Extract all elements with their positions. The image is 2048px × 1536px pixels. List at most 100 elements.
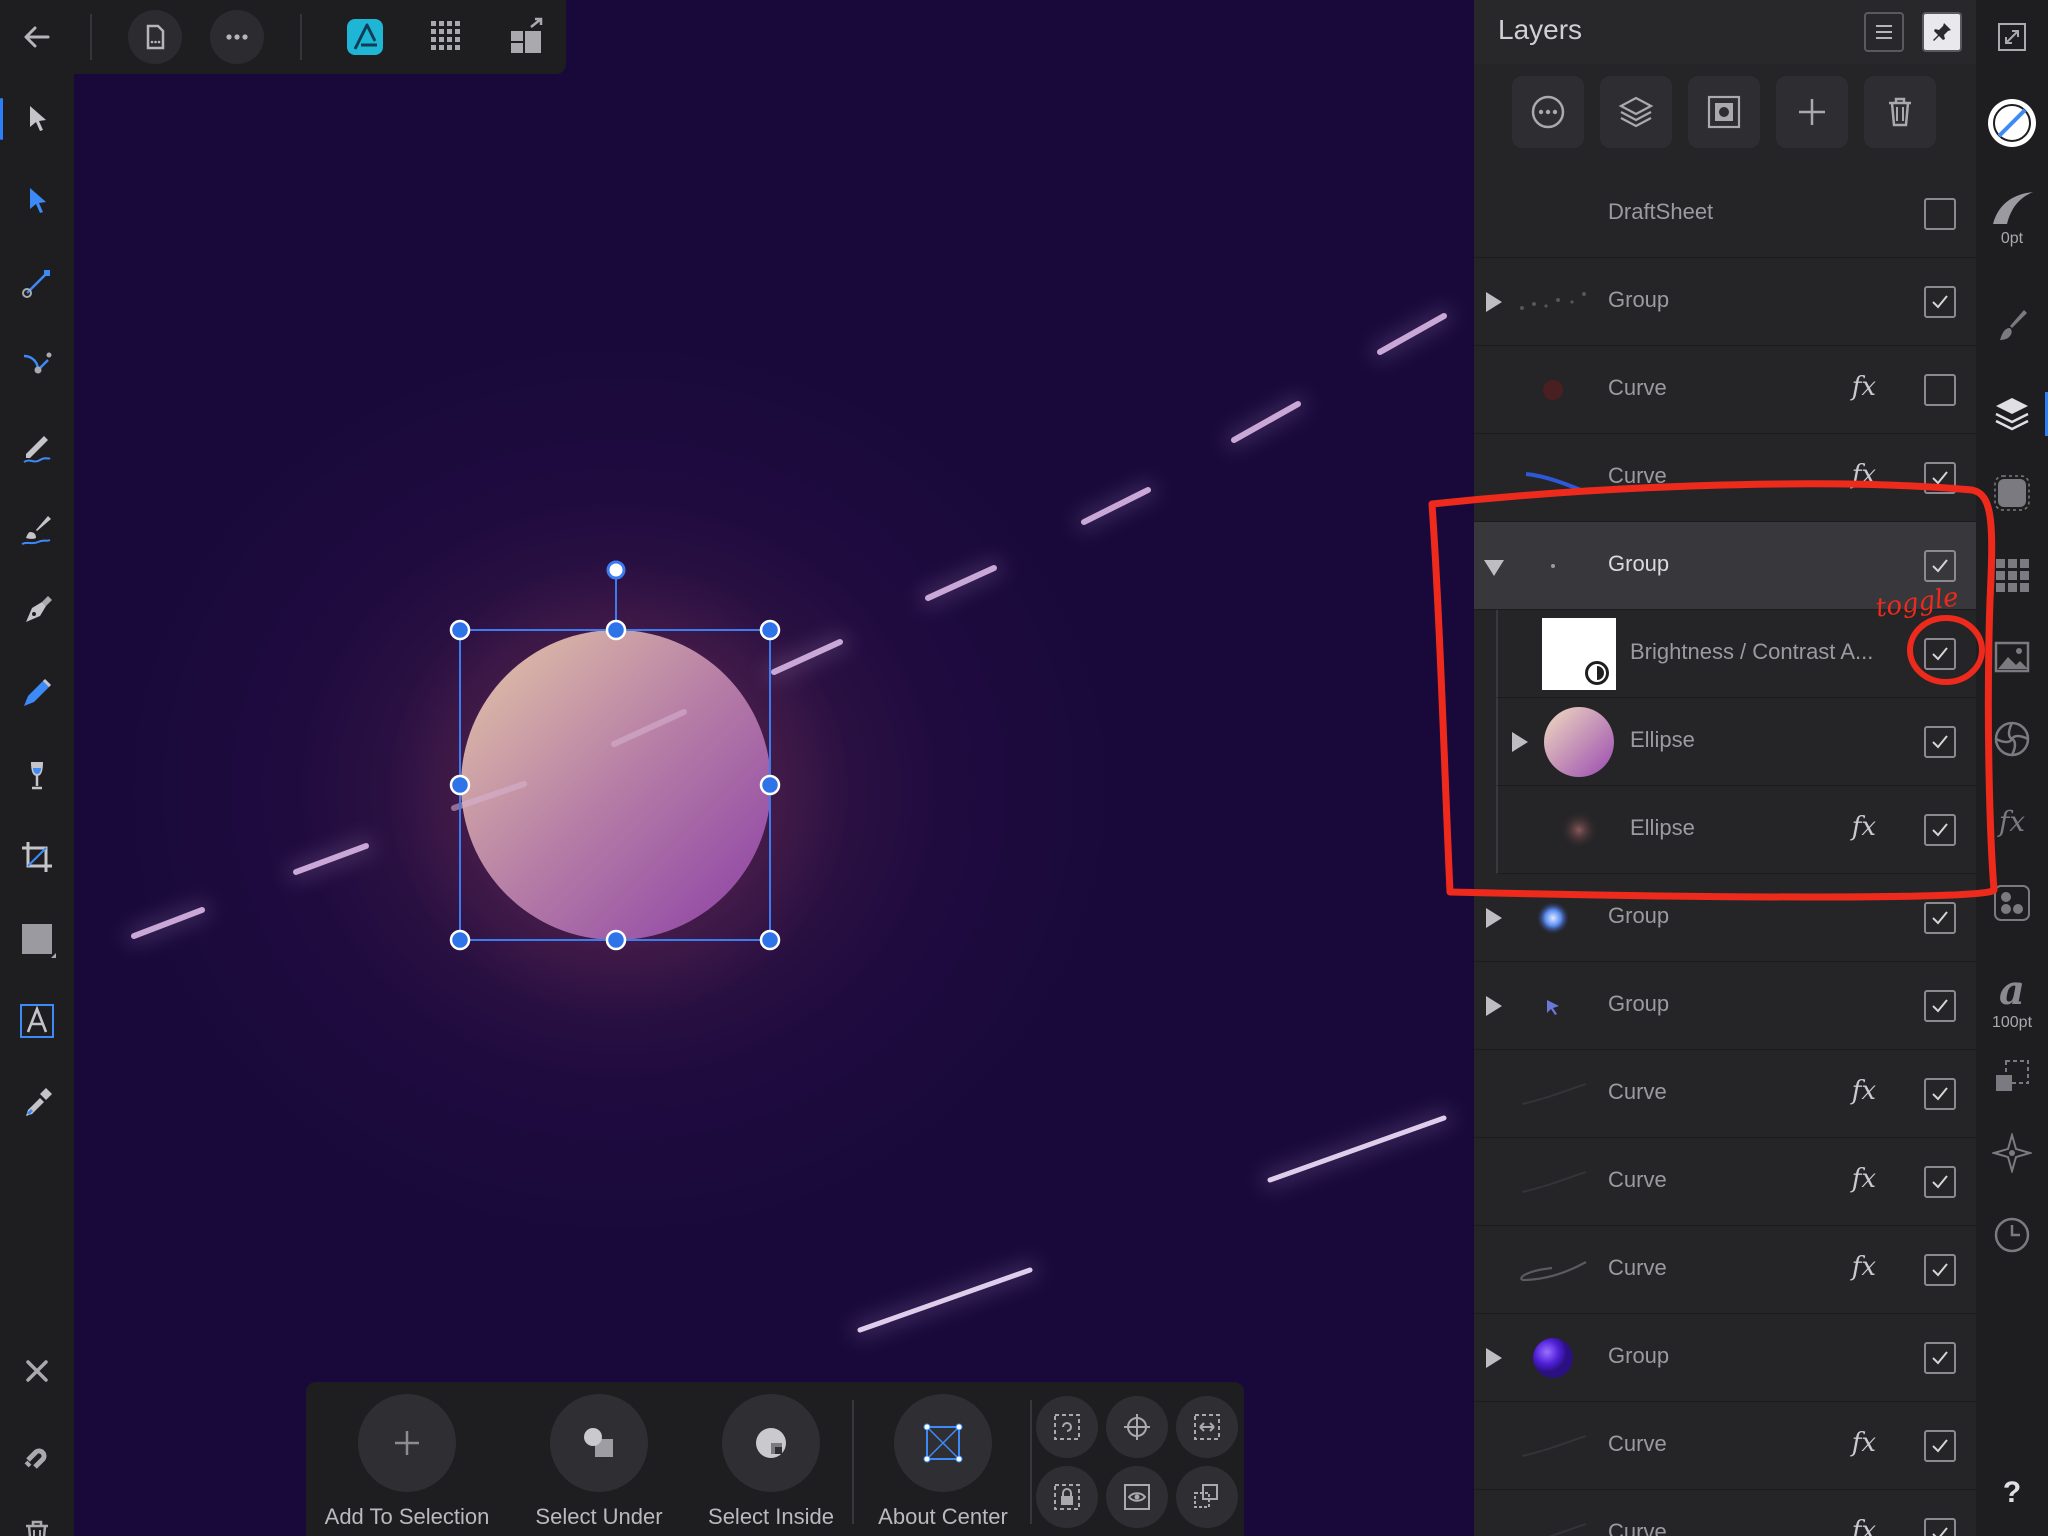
layer-visibility-checkbox[interactable] (1924, 550, 1956, 582)
fx-studio-button[interactable]: fx (1976, 794, 2048, 848)
layer-visibility-checkbox[interactable] (1924, 1430, 1956, 1462)
document-canvas[interactable] (74, 0, 1474, 1536)
handle-top-right[interactable] (759, 619, 781, 641)
layer-row[interactable]: Group (1474, 962, 1976, 1050)
crop-tool[interactable] (0, 822, 74, 892)
fill-tool[interactable] (0, 740, 74, 810)
designer-persona-button[interactable] (338, 10, 392, 64)
handle-right[interactable] (759, 774, 781, 796)
layer-row[interactable]: Group (1474, 258, 1976, 346)
fx-icon[interactable]: fx (1852, 1164, 1876, 1194)
export-persona-button[interactable] (500, 10, 554, 64)
text-styles-studio-button[interactable]: a 100pt (1976, 956, 2048, 1046)
layer-row[interactable]: Ellipse (1496, 698, 1976, 786)
expand-triangle-icon[interactable] (1512, 732, 1528, 752)
fx-icon[interactable]: fx (1852, 372, 1876, 402)
pencil-fill-tool[interactable] (0, 658, 74, 728)
swatches-studio-button[interactable] (1976, 548, 2048, 602)
layer-visibility-checkbox[interactable] (1924, 1254, 1956, 1286)
document-button[interactable] (128, 10, 182, 64)
rotation-handle[interactable] (606, 560, 626, 580)
layer-row[interactable]: Curve fx (1474, 1226, 1976, 1314)
fx-icon[interactable]: fx (1852, 1428, 1876, 1458)
corner-tool[interactable] (0, 330, 74, 400)
layer-row[interactable]: Curve fx (1474, 1050, 1976, 1138)
select-inside-button[interactable]: Select Inside (686, 1394, 856, 1536)
about-center-button[interactable]: About Center (858, 1394, 1028, 1536)
layer-row[interactable]: Group (1474, 1314, 1976, 1402)
handle-bottom-right[interactable] (759, 929, 781, 951)
layer-row[interactable]: Curve fx (1474, 1138, 1976, 1226)
pen-tool[interactable] (0, 576, 74, 646)
pixel-persona-button[interactable] (420, 10, 474, 64)
point-transform-tool[interactable] (0, 248, 74, 318)
add-layer-button[interactable] (1776, 76, 1848, 148)
layer-visibility-checkbox[interactable] (1924, 726, 1956, 758)
color-studio-button[interactable] (1976, 92, 2048, 154)
handle-top[interactable] (605, 619, 627, 641)
layers-studio-button[interactable] (1976, 382, 2048, 446)
fx-icon[interactable]: fx (1852, 1252, 1876, 1282)
add-to-selection-button[interactable]: Add To Selection (312, 1394, 502, 1536)
layer-visibility-checkbox[interactable] (1924, 286, 1956, 318)
layer-visibility-checkbox[interactable] (1924, 198, 1956, 230)
pencil-tool[interactable] (0, 412, 74, 482)
layer-row[interactable]: Group (1474, 874, 1976, 962)
text-tool[interactable] (0, 986, 74, 1056)
expand-triangle-icon[interactable] (1486, 292, 1502, 312)
fx-icon[interactable]: fx (1852, 812, 1876, 842)
close-tool[interactable] (0, 1336, 74, 1406)
layer-visibility-checkbox[interactable] (1924, 814, 1956, 846)
layer-row[interactable]: DraftSheet (1474, 170, 1976, 258)
fx-icon[interactable]: fx (1852, 460, 1876, 490)
layer-row[interactable]: Ellipse fx (1496, 786, 1976, 874)
delete-layer-button[interactable] (1864, 76, 1936, 148)
more-button[interactable] (210, 10, 264, 64)
artwork[interactable] (74, 0, 1474, 1536)
scale-center-button[interactable] (1176, 1396, 1238, 1458)
stroke-studio-button[interactable]: 0pt (1976, 176, 2048, 260)
appearance-studio-button[interactable] (1976, 712, 2048, 766)
delete-tool[interactable] (0, 1500, 74, 1536)
select-under-button[interactable]: Select Under (514, 1394, 684, 1536)
layer-stack-button[interactable] (1600, 76, 1672, 148)
history-studio-button[interactable] (1976, 1208, 2048, 1262)
show-bounds-button[interactable] (1106, 1466, 1168, 1528)
transform-studio-button[interactable] (1976, 1050, 2048, 1104)
collapse-triangle-icon[interactable] (1484, 560, 1504, 576)
layer-row[interactable]: Brightness / Contrast A... (1496, 610, 1976, 698)
expand-triangle-icon[interactable] (1486, 1348, 1502, 1368)
styles-studio-button[interactable] (1976, 876, 2048, 930)
expand-triangle-icon[interactable] (1486, 996, 1502, 1016)
lock-children-button[interactable] (1036, 1466, 1098, 1528)
layer-visibility-checkbox[interactable] (1924, 638, 1956, 670)
rectangle-tool[interactable] (0, 904, 74, 974)
panel-menu-button[interactable] (1864, 12, 1904, 52)
layer-row[interactable]: Curve fx (1474, 434, 1976, 522)
layer-visibility-checkbox[interactable] (1924, 1518, 1956, 1536)
color-picker-tool[interactable] (0, 1068, 74, 1138)
toggle-fullscreen-button[interactable] (1976, 12, 2048, 62)
layer-row[interactable]: Curve fx (1474, 1402, 1976, 1490)
layer-row[interactable]: Curve fx (1474, 346, 1976, 434)
layer-visibility-checkbox[interactable] (1924, 990, 1956, 1022)
fx-icon[interactable]: fx (1852, 1516, 1876, 1536)
layer-options-button[interactable] (1512, 76, 1584, 148)
effects-studio-button[interactable] (1976, 466, 2048, 520)
center-origin-button[interactable] (1106, 1396, 1168, 1458)
handle-bottom-left[interactable] (449, 929, 471, 951)
node-tool[interactable] (0, 166, 74, 236)
transform-separately-button[interactable] (1176, 1466, 1238, 1528)
planet-ellipse[interactable] (461, 630, 771, 940)
layer-visibility-checkbox[interactable] (1924, 1078, 1956, 1110)
vector-brush-tool[interactable] (0, 494, 74, 564)
layer-row[interactable]: Curve fx (1474, 1490, 1976, 1536)
snapping-tool[interactable] (0, 1418, 74, 1488)
back-button[interactable] (10, 10, 64, 64)
help-button[interactable]: ? (1976, 1466, 2048, 1520)
move-tool[interactable] (0, 84, 74, 154)
layer-row[interactable]: Group (1474, 522, 1976, 610)
handle-left[interactable] (449, 774, 471, 796)
assets-studio-button[interactable] (1976, 630, 2048, 684)
layer-visibility-checkbox[interactable] (1924, 902, 1956, 934)
